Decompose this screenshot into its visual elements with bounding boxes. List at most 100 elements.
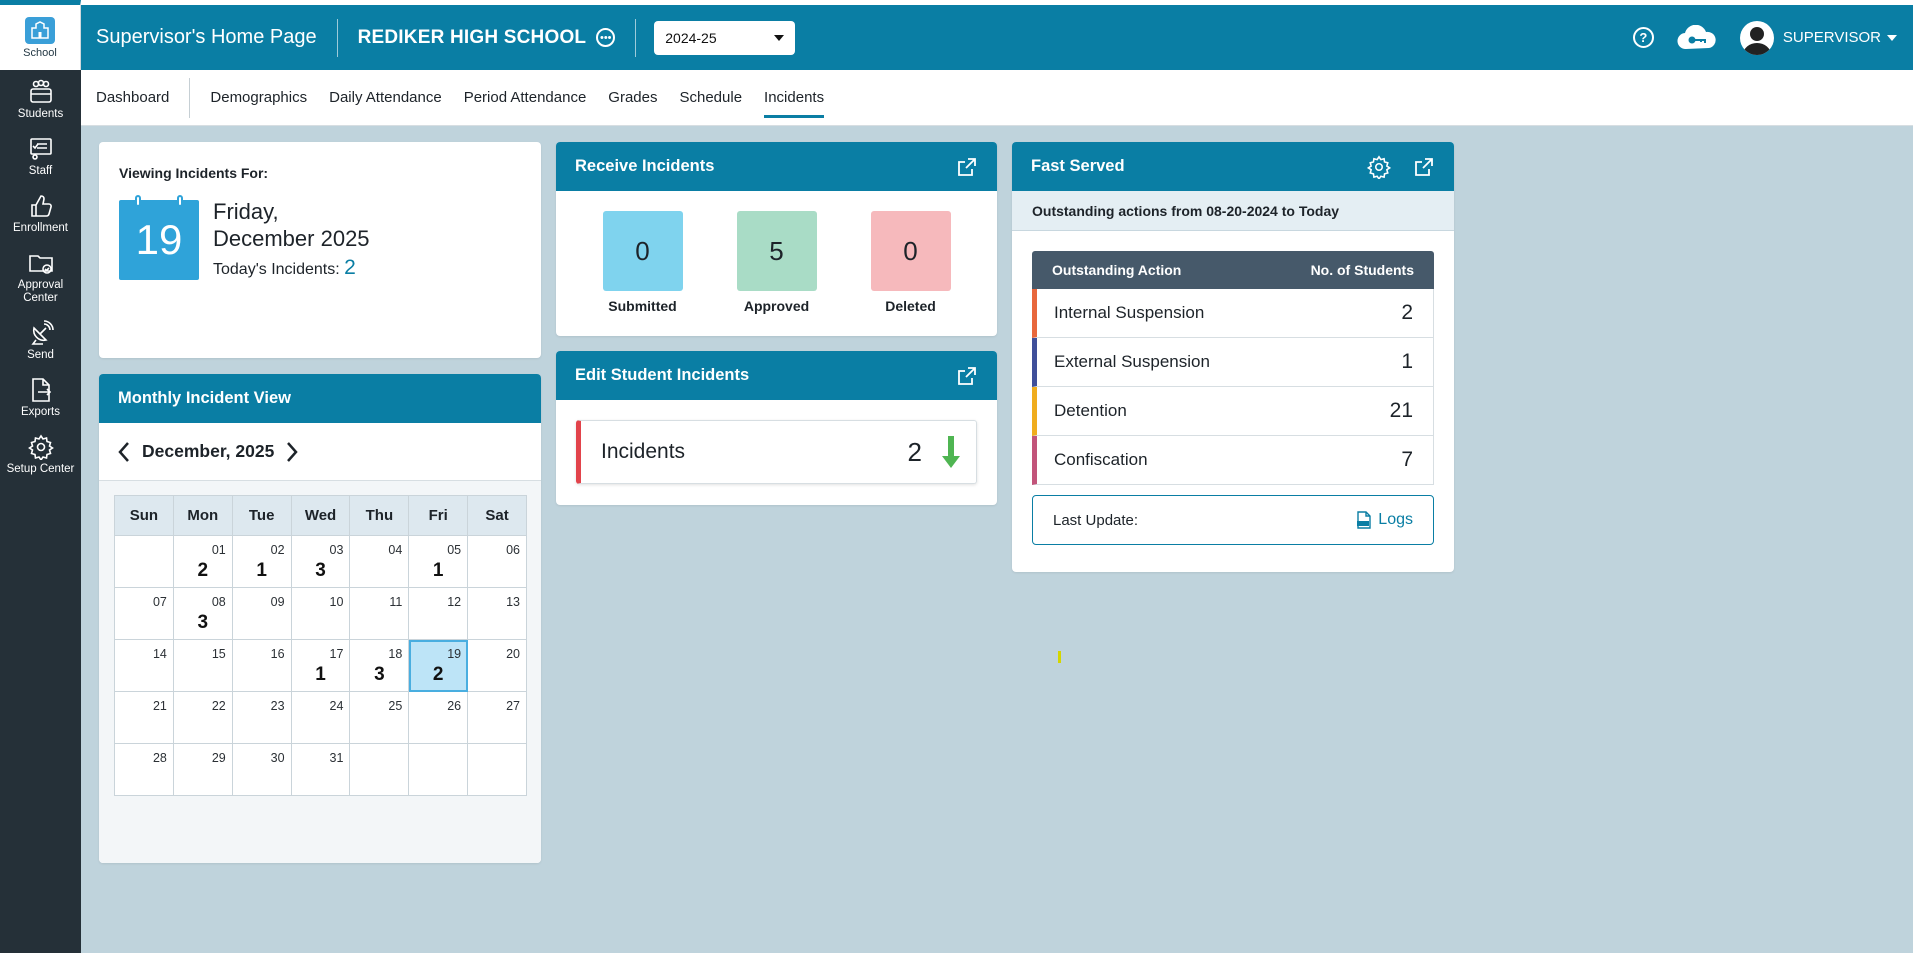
calendar-day[interactable]: 13 bbox=[467, 587, 527, 640]
calendar-day[interactable]: 18 3 bbox=[349, 639, 410, 692]
user-menu-label[interactable]: SUPERVISOR bbox=[1783, 29, 1881, 46]
action-name: External Suspension bbox=[1054, 352, 1210, 371]
day-number: 21 bbox=[152, 699, 167, 713]
table-row[interactable]: Internal Suspension 2 bbox=[1032, 289, 1434, 338]
external-link-icon[interactable] bbox=[956, 365, 978, 387]
todays-incidents: Today's Incidents: 2 bbox=[213, 256, 370, 280]
receive-incidents-card: Receive Incidents 0 Submitted 5 Approved… bbox=[556, 142, 997, 336]
day-number: 27 bbox=[506, 699, 520, 713]
calendar-day[interactable]: 25 bbox=[349, 691, 410, 744]
calendar-day[interactable]: 06 bbox=[467, 535, 527, 588]
incident-count: 1 bbox=[256, 560, 267, 581]
logs-label: Logs bbox=[1378, 511, 1413, 528]
school-year-select[interactable]: 2024-25 bbox=[654, 20, 796, 55]
sidebar-item-enrollment[interactable]: Enrollment bbox=[0, 184, 81, 241]
calendar-day[interactable]: 10 bbox=[290, 587, 351, 640]
calendar-day[interactable]: 31 bbox=[290, 743, 351, 796]
approved-count[interactable]: 5 Approved bbox=[736, 211, 817, 314]
deleted-count[interactable]: 0 Deleted bbox=[870, 211, 951, 314]
header-divider bbox=[635, 18, 637, 57]
submitted-box: 0 bbox=[602, 211, 683, 291]
chevron-down-icon[interactable] bbox=[1887, 34, 1897, 41]
day-number: 29 bbox=[211, 751, 226, 765]
todays-incidents-count[interactable]: 2 bbox=[344, 256, 356, 279]
incident-count: 2 bbox=[432, 664, 444, 685]
tab-daily-attendance[interactable]: Daily Attendance bbox=[318, 83, 453, 113]
calendar-day[interactable]: 20 bbox=[467, 639, 527, 692]
sidebar-item-setup-center[interactable]: Setup Center bbox=[0, 425, 81, 482]
avatar[interactable] bbox=[1739, 20, 1774, 55]
outstanding-actions-table: Outstanding Action No. of Students Inter… bbox=[1032, 251, 1434, 485]
calendar-day[interactable]: 11 bbox=[349, 587, 410, 640]
calendar-day[interactable]: 12 bbox=[408, 587, 469, 640]
log-file-icon bbox=[1357, 511, 1371, 529]
help-icon[interactable]: ? bbox=[1632, 27, 1654, 48]
calendar-day[interactable]: 03 3 bbox=[290, 535, 351, 588]
calendar-day[interactable]: 05 1 bbox=[408, 535, 469, 588]
incidents-row[interactable]: Incidents 2 bbox=[576, 420, 977, 484]
viewing-incidents-card: Viewing Incidents For: 19 Friday, Decemb… bbox=[99, 142, 541, 358]
table-row[interactable]: Confiscation 7 bbox=[1032, 436, 1434, 485]
tab-dashboard[interactable]: Dashboard bbox=[81, 83, 189, 113]
submitted-count[interactable]: 0 Submitted bbox=[602, 211, 683, 314]
month-year-label: December 2025 bbox=[213, 226, 370, 251]
sidebar-item-exports[interactable]: Exports bbox=[0, 368, 81, 425]
calendar-day[interactable]: 02 1 bbox=[231, 535, 292, 588]
calendar-day[interactable]: 23 bbox=[231, 691, 292, 744]
calendar-day[interactable]: 15 bbox=[172, 639, 233, 692]
external-link-icon[interactable] bbox=[1413, 156, 1435, 178]
calendar-day[interactable]: 09 bbox=[231, 587, 292, 640]
calendar-day[interactable]: 22 bbox=[172, 691, 233, 744]
chevron-right-icon[interactable] bbox=[285, 441, 299, 463]
day-number: 11 bbox=[389, 595, 403, 609]
sidebar-item-send[interactable]: Send bbox=[0, 311, 81, 368]
calendar-week: 14 15 16 17 1 18 3 19 2 20 bbox=[114, 639, 527, 692]
tab-grades[interactable]: Grades bbox=[597, 83, 668, 113]
calendar-day[interactable]: 16 bbox=[231, 639, 292, 692]
calendar-day[interactable]: 30 bbox=[231, 743, 292, 796]
more-options-icon[interactable]: ••• bbox=[596, 28, 616, 47]
calendar-day[interactable]: 14 bbox=[114, 639, 174, 692]
sidebar-item-approval-center[interactable]: Approval Center bbox=[0, 241, 81, 311]
table-row[interactable]: Detention 21 bbox=[1032, 387, 1434, 436]
tab-divider bbox=[189, 77, 191, 118]
calendar-day[interactable]: 26 bbox=[408, 691, 469, 744]
weekday-header: Wed bbox=[290, 495, 351, 536]
calendar-day[interactable]: 28 bbox=[114, 743, 174, 796]
tab-incidents[interactable]: Incidents bbox=[753, 83, 835, 118]
action-count: 7 bbox=[1401, 448, 1413, 471]
calendar-day[interactable]: 27 bbox=[467, 691, 527, 744]
sidebar-item-students[interactable]: Students bbox=[0, 70, 81, 127]
calendar-day[interactable]: 29 bbox=[172, 743, 233, 796]
calendar-day[interactable]: 19 2 bbox=[408, 639, 469, 692]
calendar-day[interactable]: 04 bbox=[349, 535, 410, 588]
gear-icon[interactable] bbox=[1367, 154, 1391, 179]
column-header-students: No. of Students bbox=[1310, 262, 1414, 278]
logs-link[interactable]: Logs bbox=[1356, 511, 1413, 529]
school-name[interactable]: REDIKER HIGH SCHOOL bbox=[338, 27, 597, 49]
calendar-day[interactable]: 01 2 bbox=[172, 535, 233, 588]
weekday-header: Tue bbox=[231, 495, 292, 536]
external-link-icon[interactable] bbox=[956, 156, 978, 178]
day-number: 19 bbox=[447, 647, 462, 661]
approved-label: Approved bbox=[743, 298, 810, 314]
calendar-day[interactable]: 07 bbox=[114, 587, 174, 640]
staff-icon bbox=[29, 138, 52, 160]
todays-incidents-label: Today's Incidents: bbox=[213, 261, 340, 278]
table-row[interactable]: External Suspension 1 bbox=[1032, 338, 1434, 387]
calendar-day[interactable]: 08 3 bbox=[172, 587, 233, 640]
tab-schedule[interactable]: Schedule bbox=[668, 83, 753, 113]
sidebar-item-school[interactable]: School bbox=[0, 0, 81, 70]
thumbs-up-icon bbox=[30, 195, 52, 217]
sidebar-item-staff[interactable]: Staff bbox=[0, 127, 81, 184]
tab-demographics[interactable]: Demographics bbox=[199, 83, 318, 113]
day-number: 16 bbox=[270, 647, 285, 661]
cloud-key-icon[interactable] bbox=[1676, 24, 1718, 51]
calendar-day[interactable]: 17 1 bbox=[290, 639, 351, 692]
sidebar-item-label: Send bbox=[27, 349, 54, 361]
chevron-left-icon[interactable] bbox=[117, 441, 131, 463]
tab-period-attendance[interactable]: Period Attendance bbox=[453, 83, 598, 113]
calendar-day[interactable]: 21 bbox=[114, 691, 174, 744]
card-title: Monthly Incident View bbox=[118, 389, 291, 407]
calendar-day[interactable]: 24 bbox=[290, 691, 351, 744]
